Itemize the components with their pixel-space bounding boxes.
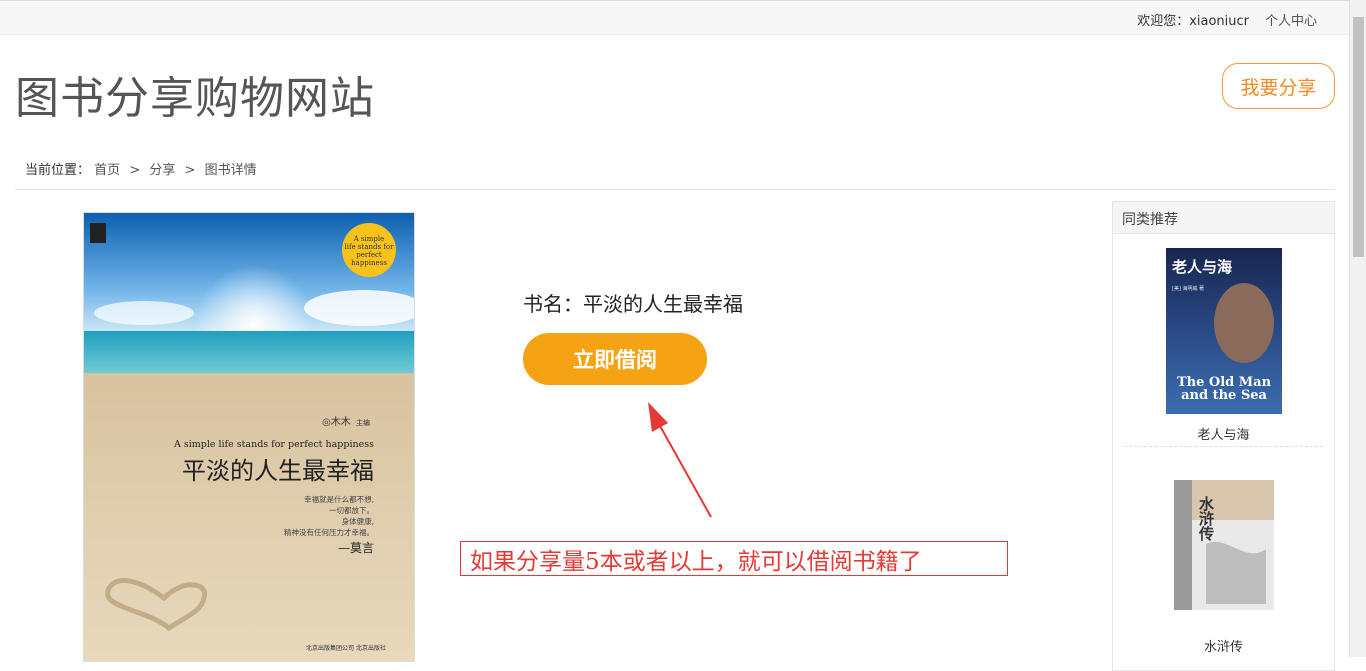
- book-cover-thumbnail: 水浒传: [1173, 480, 1274, 610]
- scrollbar-thumb[interactable]: [1353, 17, 1364, 257]
- recommend-item[interactable]: 老人与海 [美] 海明威 著 The Old Man and the Sea 老…: [1113, 248, 1334, 443]
- cover-title-en: and the Sea: [1181, 388, 1267, 403]
- recommend-sidebar: 同类推荐 老人与海 [美] 海明威 著 The Old Man and the …: [1112, 201, 1335, 671]
- recommend-title: 水浒传: [1203, 640, 1243, 655]
- cover-tag: [美] 海明威 著: [1172, 285, 1204, 292]
- recommend-title: 老人与海: [1197, 428, 1250, 443]
- page-scrollbar[interactable]: [1349, 0, 1366, 657]
- cover-title-cn: 老人与海: [1171, 258, 1232, 276]
- cover-title-cn: 水浒传: [1197, 495, 1215, 542]
- annotation-text: 如果分享量5本或者以上，就可以借阅书籍了: [460, 541, 1008, 576]
- book-cover-thumbnail: 老人与海 [美] 海明威 著 The Old Man and the Sea: [1165, 248, 1282, 414]
- recommend-item[interactable]: 水浒传 水浒传: [1113, 474, 1334, 655]
- sidebar-heading: 同类推荐: [1113, 202, 1334, 234]
- divider: [1124, 446, 1323, 447]
